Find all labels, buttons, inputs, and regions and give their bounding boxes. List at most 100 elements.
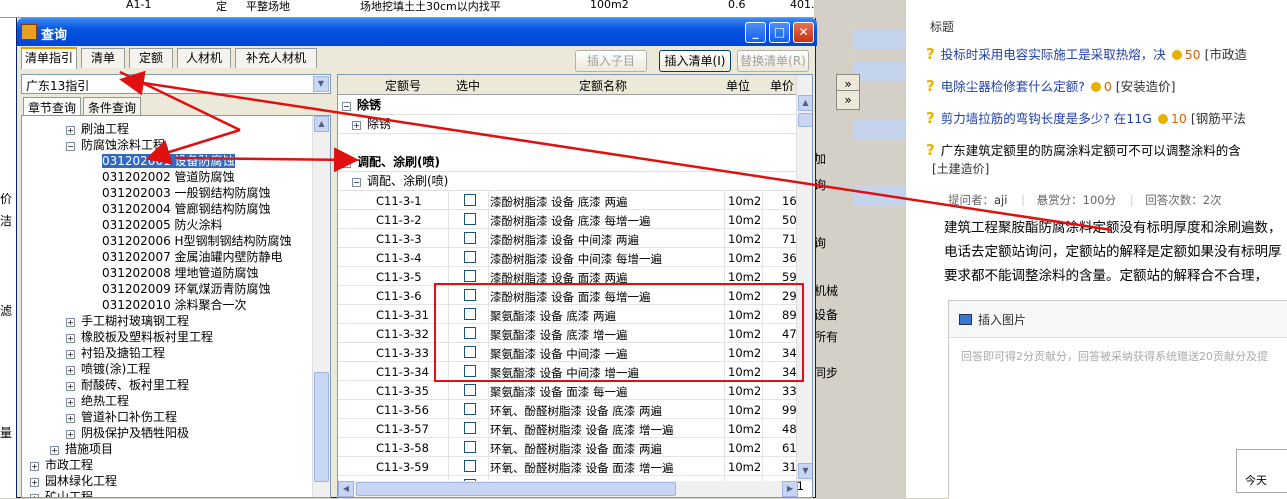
expand-icon[interactable]: +: [352, 121, 361, 130]
tree-node[interactable]: + 管道补口补伤工程: [66, 408, 177, 425]
tab-supplement-materials[interactable]: 补充人材机: [235, 48, 317, 68]
tree-node[interactable]: + 市政工程: [30, 456, 93, 473]
close-button[interactable]: ✕: [793, 22, 814, 43]
insert-child-button[interactable]: 插入子目: [575, 50, 647, 72]
table-row[interactable]: C11-3-58 环氧、酚醛树脂漆 设备 面漆 两遍 10m2 61: [338, 438, 798, 457]
collapse-icon[interactable]: −: [342, 102, 351, 111]
tree-node[interactable]: + 刷油工程: [66, 120, 129, 137]
grid-group-row[interactable]: − 除锈: [338, 96, 798, 115]
expand-icon[interactable]: +: [66, 334, 75, 343]
grid-hscrollbar[interactable]: ◀ ▶: [338, 481, 798, 497]
scroll-up-icon[interactable]: ▲: [314, 116, 329, 132]
table-row[interactable]: C11-3-3 漆酚树脂漆 设备 中间漆 两遍 10m2 71: [338, 229, 798, 248]
minimize-button[interactable]: _: [745, 22, 766, 43]
asker-name[interactable]: aji: [994, 193, 1007, 207]
tree-node[interactable]: + 橡胶板及塑料板衬里工程: [66, 328, 213, 345]
table-row[interactable]: C11-3-59 环氧、酚醛树脂漆 设备 面漆 增一遍 10m2 31: [338, 457, 798, 476]
row-checkbox[interactable]: [464, 441, 476, 453]
expand-icon[interactable]: +: [30, 494, 39, 497]
insert-list-button[interactable]: 插入清单(I): [659, 50, 731, 72]
row-checkbox[interactable]: [464, 384, 476, 396]
collapse-icon[interactable]: −: [342, 159, 351, 168]
scroll-thumb[interactable]: [798, 113, 812, 127]
col-code[interactable]: 定额号: [358, 77, 448, 94]
table-row[interactable]: C11-3-1 漆酚树脂漆 设备 底漆 两遍 10m2 16: [338, 191, 798, 210]
table-row[interactable]: C11-3-2 漆酚树脂漆 设备 底漆 每增一遍 10m2 50: [338, 210, 798, 229]
question-item[interactable]: ? 广东建筑定额里的防腐涂料定额可不可以调整涂料的含: [926, 140, 1241, 159]
bg-expand-button[interactable]: »: [836, 90, 860, 110]
tab-list[interactable]: 清单: [81, 48, 125, 68]
replace-list-button[interactable]: 替换清单(R): [737, 50, 809, 72]
expand-icon[interactable]: +: [66, 414, 75, 423]
tree-node[interactable]: + 矿山工程: [30, 488, 93, 497]
tree-node[interactable]: 031202008 埋地管道防腐蚀: [102, 264, 259, 281]
insert-image-button[interactable]: 插入图片: [959, 311, 1026, 328]
scroll-up-icon[interactable]: ▲: [798, 95, 812, 111]
expand-icon[interactable]: +: [66, 366, 75, 375]
tree-node[interactable]: + 衬铅及搪铅工程: [66, 344, 165, 361]
table-row[interactable]: C11-3-56 环氧、酚醛树脂漆 设备 底漆 两遍 10m2 99: [338, 400, 798, 419]
tab-list-guide[interactable]: 清单指引: [21, 47, 77, 69]
expand-icon[interactable]: +: [66, 430, 75, 439]
collapse-icon[interactable]: −: [66, 142, 75, 151]
dialog-titlebar[interactable]: 查询 _ □ ✕: [17, 18, 817, 46]
expand-icon[interactable]: +: [30, 462, 39, 471]
tree-node[interactable]: 031202010 涂料聚合一次: [102, 296, 247, 313]
tree-node[interactable]: + 措施项目: [50, 440, 113, 457]
tree-node[interactable]: 031202001 设备防腐蚀: [102, 152, 235, 169]
expand-icon[interactable]: +: [66, 382, 75, 391]
expand-icon[interactable]: +: [30, 478, 39, 487]
scroll-down-icon[interactable]: ▼: [798, 463, 812, 479]
row-checkbox[interactable]: [464, 213, 476, 225]
expand-icon[interactable]: +: [66, 318, 75, 327]
col-selected[interactable]: 选中: [448, 77, 488, 94]
grid-group-row[interactable]: − 调配、涂刷(喷): [338, 153, 798, 172]
col-name[interactable]: 定额名称: [488, 77, 718, 94]
row-checkbox[interactable]: [464, 460, 476, 472]
tree-node[interactable]: + 阴极保护及牺牲阳极: [66, 424, 189, 441]
tab-materials[interactable]: 人材机: [177, 48, 231, 68]
tree-node[interactable]: 031202009 环氧煤沥青防腐蚀: [102, 280, 271, 297]
tree-node[interactable]: 031202005 防火涂料: [102, 216, 223, 233]
table-row[interactable]: C11-3-4 漆酚树脂漆 设备 中间漆 每增一遍 10m2 36: [338, 248, 798, 267]
row-checkbox[interactable]: [464, 403, 476, 415]
expand-icon[interactable]: +: [66, 126, 75, 135]
grid-group-row[interactable]: + 除锈: [338, 115, 798, 134]
tab-condition-search[interactable]: 条件查询: [83, 97, 142, 115]
tree-scrollbar[interactable]: ▲: [312, 116, 330, 497]
scroll-right-icon[interactable]: ▶: [782, 481, 798, 497]
row-checkbox[interactable]: [464, 232, 476, 244]
scroll-thumb[interactable]: [356, 482, 676, 496]
row-checkbox[interactable]: [464, 422, 476, 434]
maximize-button[interactable]: □: [769, 22, 790, 43]
chevron-down-icon[interactable]: ▼: [313, 76, 329, 92]
tree-node[interactable]: 031202003 一般钢结构防腐蚀: [102, 184, 271, 201]
tree-node[interactable]: 031202006 H型钢制钢结构防腐蚀: [102, 232, 292, 249]
question-item[interactable]: ? 电除尘器检修套什么定额? 0 [安装造价]: [926, 76, 1176, 95]
grid-scrollbar[interactable]: ▲ ▼: [796, 75, 812, 481]
tree-node[interactable]: + 耐酸砖、板衬里工程: [66, 376, 189, 393]
row-checkbox[interactable]: [464, 194, 476, 206]
guide-select[interactable]: 广东13指引 ▼: [21, 74, 331, 94]
tree-node[interactable]: − 防腐蚀涂料工程: [66, 136, 165, 153]
row-checkbox[interactable]: [464, 270, 476, 282]
grid-group-row[interactable]: − 调配、涂刷(喷): [338, 172, 798, 191]
question-item[interactable]: ? 投标时采用电容实际施工是采取热熔，决 50 [市政造: [926, 44, 1247, 63]
table-row[interactable]: C11-3-35 聚氨酯漆 设备 面漆 每一遍 10m2 33: [338, 381, 798, 400]
question-item[interactable]: ? 剪力墙拉筋的弯钩长度是多少? 在11G 10 [钢筋平法: [926, 108, 1246, 127]
table-row[interactable]: C11-3-57 环氧、酚醛树脂漆 设备 底漆 增一遍 10m2 48: [338, 419, 798, 438]
tree-node[interactable]: + 手工糊衬玻璃钢工程: [66, 312, 189, 329]
scroll-left-icon[interactable]: ◀: [338, 481, 354, 497]
col-unit[interactable]: 单位: [718, 77, 758, 94]
scroll-thumb[interactable]: [314, 372, 329, 482]
tab-chapter-search[interactable]: 章节查询: [23, 97, 82, 115]
expand-icon[interactable]: +: [66, 398, 75, 407]
row-checkbox[interactable]: [464, 251, 476, 263]
tree-node[interactable]: 031202004 管廊钢结构防腐蚀: [102, 200, 271, 217]
tree-node[interactable]: 031202002 管道防腐蚀: [102, 168, 235, 185]
tree-node[interactable]: + 园林绿化工程: [30, 472, 117, 489]
tree-node[interactable]: + 喷镀(涂)工程: [66, 360, 150, 377]
tree-node[interactable]: + 绝热工程: [66, 392, 129, 409]
expand-icon[interactable]: +: [50, 446, 59, 455]
expand-icon[interactable]: +: [66, 350, 75, 359]
